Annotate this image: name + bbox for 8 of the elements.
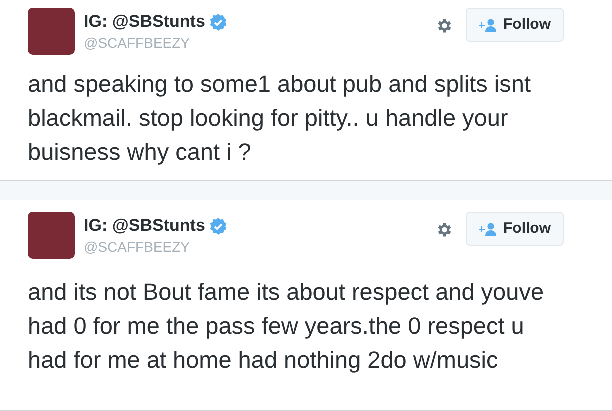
- tweet-text: and speaking to some1 about pub and splits isnt blackmail. stop looking for pitty.. u handle your buisness why cant i ?: [28, 70, 532, 167]
- follow-button[interactable]: Follow: [466, 212, 564, 246]
- display-name[interactable]: IG: @SBStunts: [84, 12, 206, 32]
- tweet-text: and its not Bout fame its about respect and youve had 0 for me the pass few years.the 0 respect u had for me at home had nothing 2do w/music: [28, 278, 546, 375]
- add-user-icon: [478, 18, 498, 32]
- follow-button[interactable]: Follow: [466, 8, 564, 42]
- display-name[interactable]: IG: @SBStunts: [84, 216, 206, 236]
- add-user-icon: [478, 222, 498, 236]
